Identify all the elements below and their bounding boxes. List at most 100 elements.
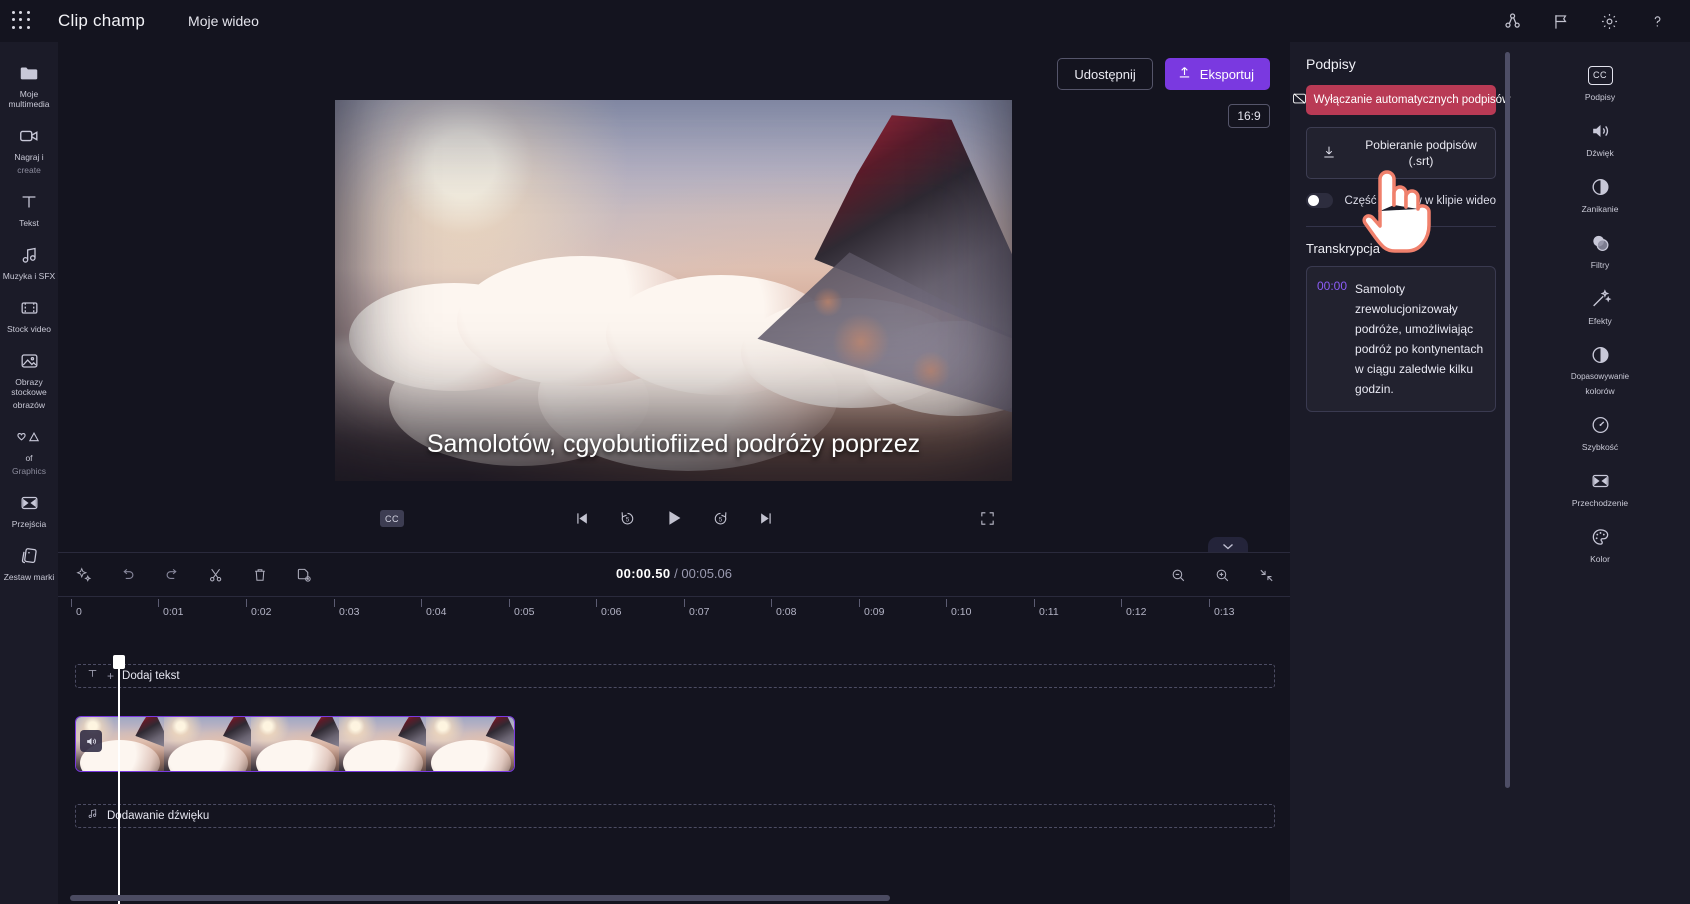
brand-title: Clip champ xyxy=(58,11,146,30)
left-sidebar: Moje multimedia Nagraj i create Tekst Mu… xyxy=(0,42,58,904)
sidebar-item-nagraj-i-create[interactable]: Nagraj i create xyxy=(0,115,58,181)
download-captions-button[interactable]: Pobieranie podpisów (.srt) xyxy=(1306,127,1496,179)
aspect-ratio-button[interactable]: 16:9 xyxy=(1228,104,1270,128)
right-rail-label: Dopasowywanie xyxy=(1570,372,1630,381)
sidebar-label: Stock video xyxy=(7,324,51,334)
top-bar: Clip champ Moje wideo xyxy=(0,0,1690,42)
export-button[interactable]: Eksportuj xyxy=(1164,58,1270,90)
color-adjust-icon xyxy=(1548,342,1652,368)
right-rail-item-filtry[interactable]: Filtry xyxy=(1548,220,1652,276)
disable-auto-captions-label: Wyłączanie automatycznych podpisów xyxy=(1313,94,1511,106)
timeline-horizontal-scrollbar[interactable] xyxy=(58,895,1290,901)
sidebar-item-graphics[interactable]: of Graphics xyxy=(0,416,58,482)
right-rail-label: Dźwięk xyxy=(1586,148,1614,158)
clip-audio-speaker-icon[interactable] xyxy=(80,730,102,752)
download-captions-line2: (.srt) xyxy=(1408,154,1434,168)
sidebar-label: Tekst xyxy=(19,218,39,228)
right-rail-item-kolor[interactable]: Kolor xyxy=(1548,514,1652,570)
right-rail-label: Efekty xyxy=(1588,316,1612,326)
captions-in-clip-toggle[interactable] xyxy=(1306,193,1333,208)
add-text-label: Dodaj tekst xyxy=(122,670,180,682)
right-rail-item-dzwiek[interactable]: Dźwięk xyxy=(1548,108,1652,164)
captions-off-icon xyxy=(1292,92,1307,108)
video-preview[interactable]: Samolotów, cgyobutiofiized podróży poprz… xyxy=(335,100,1012,481)
rewind-5s-icon[interactable]: 5 xyxy=(618,509,637,528)
sidebar-item-muzyka-i-sfx[interactable]: Muzyka i SFX xyxy=(0,234,58,287)
right-rail-item-efekty[interactable]: Efekty xyxy=(1548,276,1652,332)
video-frame-image xyxy=(335,100,1012,481)
add-audio-label: Dodawanie dźwięku xyxy=(107,810,210,822)
play-button[interactable] xyxy=(663,507,685,529)
svg-text:5: 5 xyxy=(718,516,722,523)
sidebar-item-tekst[interactable]: Tekst xyxy=(0,181,58,234)
brandkit-icon xyxy=(2,543,56,569)
fullscreen-icon[interactable] xyxy=(979,510,996,532)
captions-panel: Podpisy Wyłączanie automatycznych podpis… xyxy=(1290,42,1512,904)
right-rail-label: Szybkość xyxy=(1581,442,1619,452)
sidebar-label-secondary: create xyxy=(17,165,41,175)
app-launcher-waffle-icon[interactable] xyxy=(12,11,32,31)
transcript-box[interactable]: 00:00 Samoloty zrewolucjonizowały podróż… xyxy=(1306,266,1496,412)
download-captions-line1: Pobieranie podpisów xyxy=(1365,138,1477,152)
clip-thumbnail xyxy=(338,717,427,771)
timeline-ruler[interactable]: 0 0:01 0:02 0:03 0:04 0:05 0:06 0:07 0:0… xyxy=(58,596,1290,622)
zoom-out-icon[interactable] xyxy=(1164,561,1192,589)
speed-gauge-icon xyxy=(1548,412,1652,438)
right-rail-item-szybkosc[interactable]: Szybkość xyxy=(1548,402,1652,458)
text-track-placeholder[interactable]: + Dodaj tekst xyxy=(75,664,1275,688)
transition-icon xyxy=(2,490,56,516)
skip-to-start-icon[interactable] xyxy=(573,509,592,528)
share-network-icon[interactable] xyxy=(1502,10,1524,32)
transport-controls: 5 5 xyxy=(335,507,1012,529)
svg-text:5: 5 xyxy=(625,516,629,523)
sidebar-item-przejscia[interactable]: Przejścia xyxy=(0,482,58,535)
panel-title: Podpisy xyxy=(1306,56,1356,72)
skip-to-end-icon[interactable] xyxy=(756,509,775,528)
right-panel-scrollbar[interactable] xyxy=(1505,52,1510,788)
project-title[interactable]: Moje wideo xyxy=(188,13,259,29)
sidebar-label: Zestaw marki xyxy=(3,572,55,582)
right-rail-item-przechodzenie[interactable]: Przechodzenie xyxy=(1548,458,1652,514)
film-icon xyxy=(2,295,56,321)
disable-auto-captions-button[interactable]: Wyłączanie automatycznych podpisów xyxy=(1292,85,1510,115)
flag-feedback-icon[interactable] xyxy=(1550,10,1572,32)
sidebar-label: Nagraj i xyxy=(14,152,44,162)
fade-icon xyxy=(1548,174,1652,200)
help-question-icon[interactable] xyxy=(1646,10,1668,32)
effects-wand-icon xyxy=(1548,286,1652,312)
right-rail-item-zanikanie[interactable]: Zanikanie xyxy=(1548,164,1652,220)
fit-timeline-icon[interactable] xyxy=(1252,561,1280,589)
right-rail-item-dopasowywanie-kolorow[interactable]: Dopasowywanie kolorów xyxy=(1548,332,1652,402)
share-button[interactable]: Udostępnij xyxy=(1057,58,1153,90)
right-rail-label: Filtry xyxy=(1590,260,1610,270)
audio-track-placeholder[interactable]: Dodawanie dźwięku xyxy=(75,804,1275,828)
sidebar-label-secondary: Graphics xyxy=(11,466,46,476)
text-icon xyxy=(86,667,99,685)
preview-stage: Udostępnij Eksportuj 16:9 Samolotów, cgy… xyxy=(58,42,1290,555)
sidebar-label: Obrazy stockowe xyxy=(11,377,47,397)
video-clip[interactable] xyxy=(75,716,515,772)
right-rail-item-podpisy[interactable]: CC Podpisy xyxy=(1548,52,1652,108)
settings-gear-icon[interactable] xyxy=(1598,10,1620,32)
playhead[interactable] xyxy=(113,655,125,904)
clipchamp-editor-window: Clip champ Moje wideo Moje multimedia Na… xyxy=(0,0,1690,904)
speaker-icon xyxy=(1548,118,1652,144)
sidebar-item-obrazy-stockowe[interactable]: Obrazy stockowe obrazów xyxy=(0,340,58,416)
transcript-text[interactable]: Samoloty zrewolucjonizowały podróże, umo… xyxy=(1355,279,1485,399)
sidebar-item-zestaw-marki[interactable]: Zestaw marki xyxy=(0,535,58,588)
right-rail-label: Przechodzenie xyxy=(1571,498,1629,508)
current-time: 00:00.50 xyxy=(615,566,671,581)
sidebar-item-moje-multimedia[interactable]: Moje multimedia xyxy=(0,52,58,115)
captions-in-clip-toggle-row: Część napisów w klipie wideo xyxy=(1306,193,1496,208)
panel-divider xyxy=(1306,226,1496,227)
clip-thumbnail xyxy=(426,717,514,771)
stage-actions: Udostępnij Eksportuj xyxy=(1057,58,1270,90)
sidebar-item-stock-video[interactable]: Stock video xyxy=(0,287,58,340)
export-button-label: Eksportuj xyxy=(1199,66,1254,82)
sidebar-label: Muzyka i SFX xyxy=(2,271,56,281)
add-text-plus-icon: + xyxy=(107,669,115,683)
zoom-in-icon[interactable] xyxy=(1208,561,1236,589)
download-arrow-icon xyxy=(1321,143,1337,164)
forward-5s-icon[interactable]: 5 xyxy=(711,509,730,528)
video-caption-text: Samolotów, cgyobutiofiized podróży poprz… xyxy=(426,430,921,458)
